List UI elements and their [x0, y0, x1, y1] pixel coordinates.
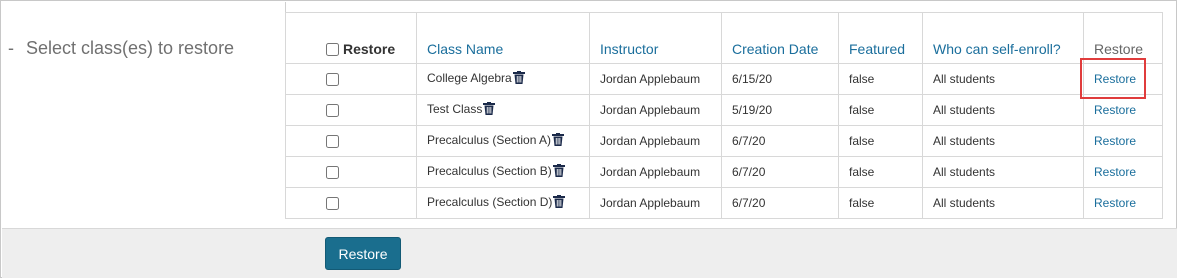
creation-date-cell: 5/19/20 — [721, 94, 839, 126]
creation-date-cell: 6/7/20 — [721, 125, 839, 157]
header-class-name[interactable]: Class Name — [416, 12, 590, 64]
row-checkbox[interactable] — [326, 166, 339, 180]
featured-cell: false — [838, 187, 923, 219]
who-can-enroll-cell: All students — [922, 187, 1084, 219]
header-select-all-label: Restore — [343, 41, 396, 57]
who-can-enroll-cell: All students — [922, 125, 1084, 157]
table-row: College Algebra Jordan Applebaum 6/15/20… — [285, 63, 1163, 95]
trash-icon[interactable] — [553, 195, 566, 211]
header-creation-date[interactable]: Creation Date — [721, 12, 839, 64]
table-row: Precalculus (Section B) Jordan Applebaum… — [285, 156, 1163, 188]
featured-cell: false — [838, 94, 923, 126]
table-header-row: Restore Class Name Instructor Creation D… — [285, 12, 1163, 64]
row-select-cell — [285, 187, 417, 219]
classes-table-wrap: Restore Class Name Instructor Creation D… — [285, 12, 1163, 219]
restore-button[interactable]: Restore — [325, 237, 401, 270]
action-cell: Restore — [1083, 125, 1163, 157]
restore-classes-panel: - Select class(es) to restore Restore Cla… — [0, 0, 1177, 278]
select-all-checkbox[interactable] — [326, 43, 339, 56]
who-can-enroll-cell: All students — [922, 156, 1084, 188]
creation-date-cell: 6/15/20 — [721, 63, 839, 95]
restore-link[interactable]: Restore — [1094, 165, 1136, 179]
instructor-cell: Jordan Applebaum — [589, 156, 722, 188]
instructor-cell: Jordan Applebaum — [589, 94, 722, 126]
instructor-cell: Jordan Applebaum — [589, 63, 722, 95]
creation-date-cell: 6/7/20 — [721, 187, 839, 219]
action-cell: Restore — [1083, 156, 1163, 188]
header-featured[interactable]: Featured — [838, 12, 923, 64]
trash-icon[interactable] — [552, 164, 565, 180]
instructor-cell: Jordan Applebaum — [589, 187, 722, 219]
class-name-cell: Test Class — [416, 94, 590, 126]
header-action: Restore — [1083, 12, 1163, 64]
section-title-text: Select class(es) to restore — [26, 38, 235, 58]
featured-cell: false — [838, 63, 923, 95]
section-dash: - — [8, 38, 14, 58]
class-name: Precalculus (Section A) — [427, 133, 552, 147]
restore-link[interactable]: Restore — [1094, 134, 1136, 148]
section-title: - Select class(es) to restore — [8, 38, 234, 59]
classes-table: Restore Class Name Instructor Creation D… — [285, 12, 1163, 219]
class-name: Precalculus (Section D) — [427, 195, 553, 209]
who-can-enroll-cell: All students — [922, 94, 1084, 126]
table-row: Precalculus (Section D) Jordan Applebaum… — [285, 187, 1163, 219]
featured-cell: false — [838, 125, 923, 157]
row-checkbox[interactable] — [326, 104, 339, 118]
trash-icon[interactable] — [512, 71, 525, 87]
row-checkbox[interactable] — [326, 73, 339, 87]
footer-bar: Restore — [2, 228, 1177, 278]
instructor-cell: Jordan Applebaum — [589, 125, 722, 157]
row-select-cell — [285, 63, 417, 95]
class-name: Test Class — [427, 102, 483, 116]
row-select-cell — [285, 125, 417, 157]
header-who-can-enroll[interactable]: Who can self-enroll? — [922, 12, 1084, 64]
left-panel: - Select class(es) to restore — [2, 2, 285, 228]
class-name-cell: College Algebra — [416, 63, 590, 95]
table-row: Test Class Jordan Applebaum 5/19/20 fals… — [285, 94, 1163, 126]
class-name: Precalculus (Section B) — [427, 164, 552, 178]
trash-icon[interactable] — [483, 102, 496, 118]
row-select-cell — [285, 94, 417, 126]
restore-link[interactable]: Restore — [1094, 103, 1136, 117]
trash-icon[interactable] — [552, 133, 565, 149]
action-cell: Restore — [1083, 94, 1163, 126]
creation-date-cell: 6/7/20 — [721, 156, 839, 188]
header-instructor[interactable]: Instructor — [589, 12, 722, 64]
class-name: College Algebra — [427, 71, 512, 85]
row-checkbox[interactable] — [326, 197, 339, 211]
row-select-cell — [285, 156, 417, 188]
class-name-cell: Precalculus (Section B) — [416, 156, 590, 188]
restore-link[interactable]: Restore — [1094, 196, 1136, 210]
table-body: College Algebra Jordan Applebaum 6/15/20… — [285, 63, 1163, 219]
featured-cell: false — [838, 156, 923, 188]
highlight-box — [1080, 58, 1146, 99]
table-row: Precalculus (Section A) Jordan Applebaum… — [285, 125, 1163, 157]
header-select-all: Restore — [285, 12, 417, 64]
row-checkbox[interactable] — [326, 135, 339, 149]
class-name-cell: Precalculus (Section A) — [416, 125, 590, 157]
class-name-cell: Precalculus (Section D) — [416, 187, 590, 219]
action-cell: Restore — [1083, 187, 1163, 219]
who-can-enroll-cell: All students — [922, 63, 1084, 95]
